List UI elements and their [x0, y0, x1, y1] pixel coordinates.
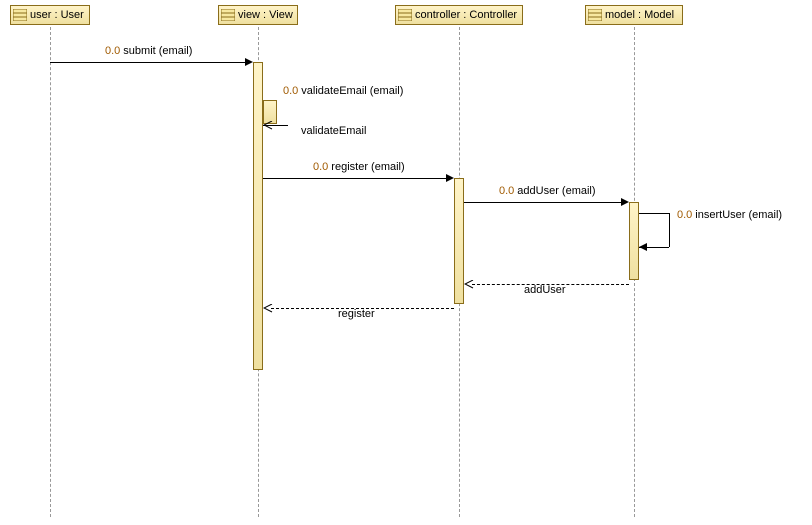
message-text: register [338, 308, 375, 320]
lifeline-label: model : Model [605, 9, 674, 21]
class-icon [398, 9, 412, 21]
class-icon [588, 9, 602, 21]
message-text: addUser (email) [517, 185, 595, 197]
activation-view-main [253, 62, 263, 370]
message-seq: 0.0 [499, 185, 514, 197]
message-seq: 0.0 [313, 161, 328, 173]
class-icon [13, 9, 27, 21]
return-add-user[interactable]: addUser [464, 277, 629, 291]
lifeline-label: controller : Controller [415, 9, 517, 21]
message-validate-email[interactable]: 0.0validateEmail (email) [263, 100, 423, 101]
message-text: validateEmail (email) [301, 85, 403, 97]
message-submit[interactable]: 0.0submit (email) [50, 55, 253, 69]
message-register[interactable]: 0.0register (email) [263, 171, 454, 185]
message-seq: 0.0 [105, 45, 120, 57]
message-text: register (email) [331, 161, 404, 173]
return-validate-email[interactable]: validateEmail [263, 125, 423, 139]
class-icon [221, 9, 235, 21]
message-text: validateEmail [301, 125, 366, 137]
lifeline-head-controller[interactable]: controller : Controller [395, 5, 523, 25]
message-text: insertUser (email) [695, 209, 782, 221]
message-add-user[interactable]: 0.0addUser (email) [464, 195, 629, 209]
lifeline-user [50, 27, 51, 517]
lifeline-label: view : View [238, 9, 293, 21]
activation-controller [454, 178, 464, 304]
message-insert-user[interactable]: 0.0insertUser (email) [639, 213, 799, 253]
lifeline-head-view[interactable]: view : View [218, 5, 298, 25]
activation-model [629, 202, 639, 280]
message-text: submit (email) [123, 45, 192, 57]
lifeline-head-model[interactable]: model : Model [585, 5, 683, 25]
message-seq: 0.0 [283, 85, 298, 97]
lifeline-label: user : User [30, 9, 84, 21]
message-seq: 0.0 [677, 209, 692, 221]
lifeline-head-user[interactable]: user : User [10, 5, 90, 25]
return-register[interactable]: register [263, 301, 454, 315]
message-text: addUser [524, 284, 566, 296]
